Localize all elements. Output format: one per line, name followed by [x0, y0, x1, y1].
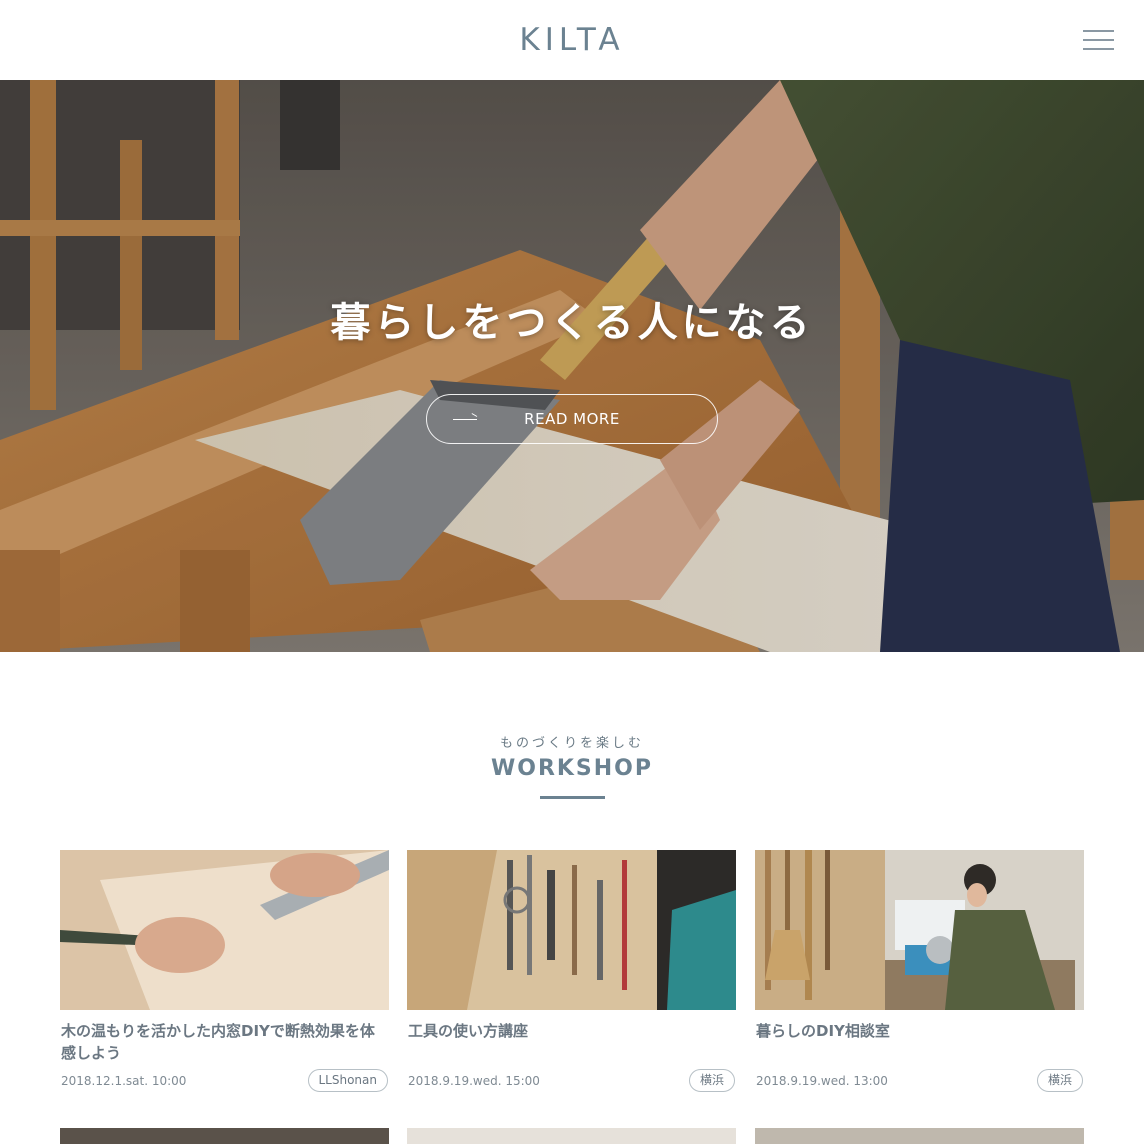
workshop-card-image-peek[interactable] — [755, 1128, 1084, 1144]
card-title[interactable]: 木の温もりを活かした内窓DIYで断熱効果を体感しよう — [61, 1020, 386, 1064]
card-location-tag[interactable]: LLShonan — [307, 1069, 388, 1092]
menu-line — [1083, 39, 1114, 41]
hero-title: 暮らしをつくる人になる — [330, 300, 814, 346]
card-date: 2018.12.1.sat. 10:00 — [61, 1074, 187, 1088]
section-title: WORKSHOP — [490, 756, 654, 781]
menu-line — [1083, 48, 1114, 50]
section-subtitle: ものづくりを楽しむ — [499, 736, 644, 751]
card-title[interactable]: 暮らしのDIY相談室 — [756, 1020, 1081, 1042]
card-image — [60, 850, 389, 1010]
workshop-card-image-peek[interactable] — [407, 1128, 736, 1144]
read-more-label: READ MORE — [524, 410, 620, 428]
hero-banner: 暮らしをつくる人になる READ MORE — [0, 80, 1144, 652]
card-location-tag[interactable]: 横浜 — [688, 1069, 735, 1092]
section-divider — [540, 796, 605, 799]
card-date: 2018.9.19.wed. 15:00 — [408, 1074, 540, 1088]
site-logo[interactable]: KILTA — [0, 22, 1144, 58]
hero-photo — [0, 80, 1144, 652]
card-title[interactable]: 工具の使い方講座 — [408, 1020, 733, 1042]
workshop-card-image-peek[interactable] — [60, 1128, 389, 1144]
menu-line — [1083, 30, 1114, 32]
card-location-tag[interactable]: 横浜 — [1036, 1069, 1083, 1092]
workshop-card[interactable]: 暮らしのDIY相談室 2018.9.19.wed. 13:00 横浜 — [755, 850, 1084, 1096]
read-more-button[interactable]: READ MORE — [426, 394, 718, 444]
hamburger-menu-icon[interactable] — [1083, 28, 1114, 52]
card-date: 2018.9.19.wed. 13:00 — [756, 1074, 888, 1088]
workshop-card[interactable]: 木の温もりを活かした内窓DIYで断熱効果を体感しよう 2018.12.1.sat… — [60, 850, 389, 1096]
site-header: KILTA — [0, 0, 1144, 80]
workshop-card[interactable]: 工具の使い方講座 2018.9.19.wed. 15:00 横浜 — [407, 850, 736, 1096]
card-image — [407, 850, 736, 1010]
card-image — [755, 850, 1084, 1010]
